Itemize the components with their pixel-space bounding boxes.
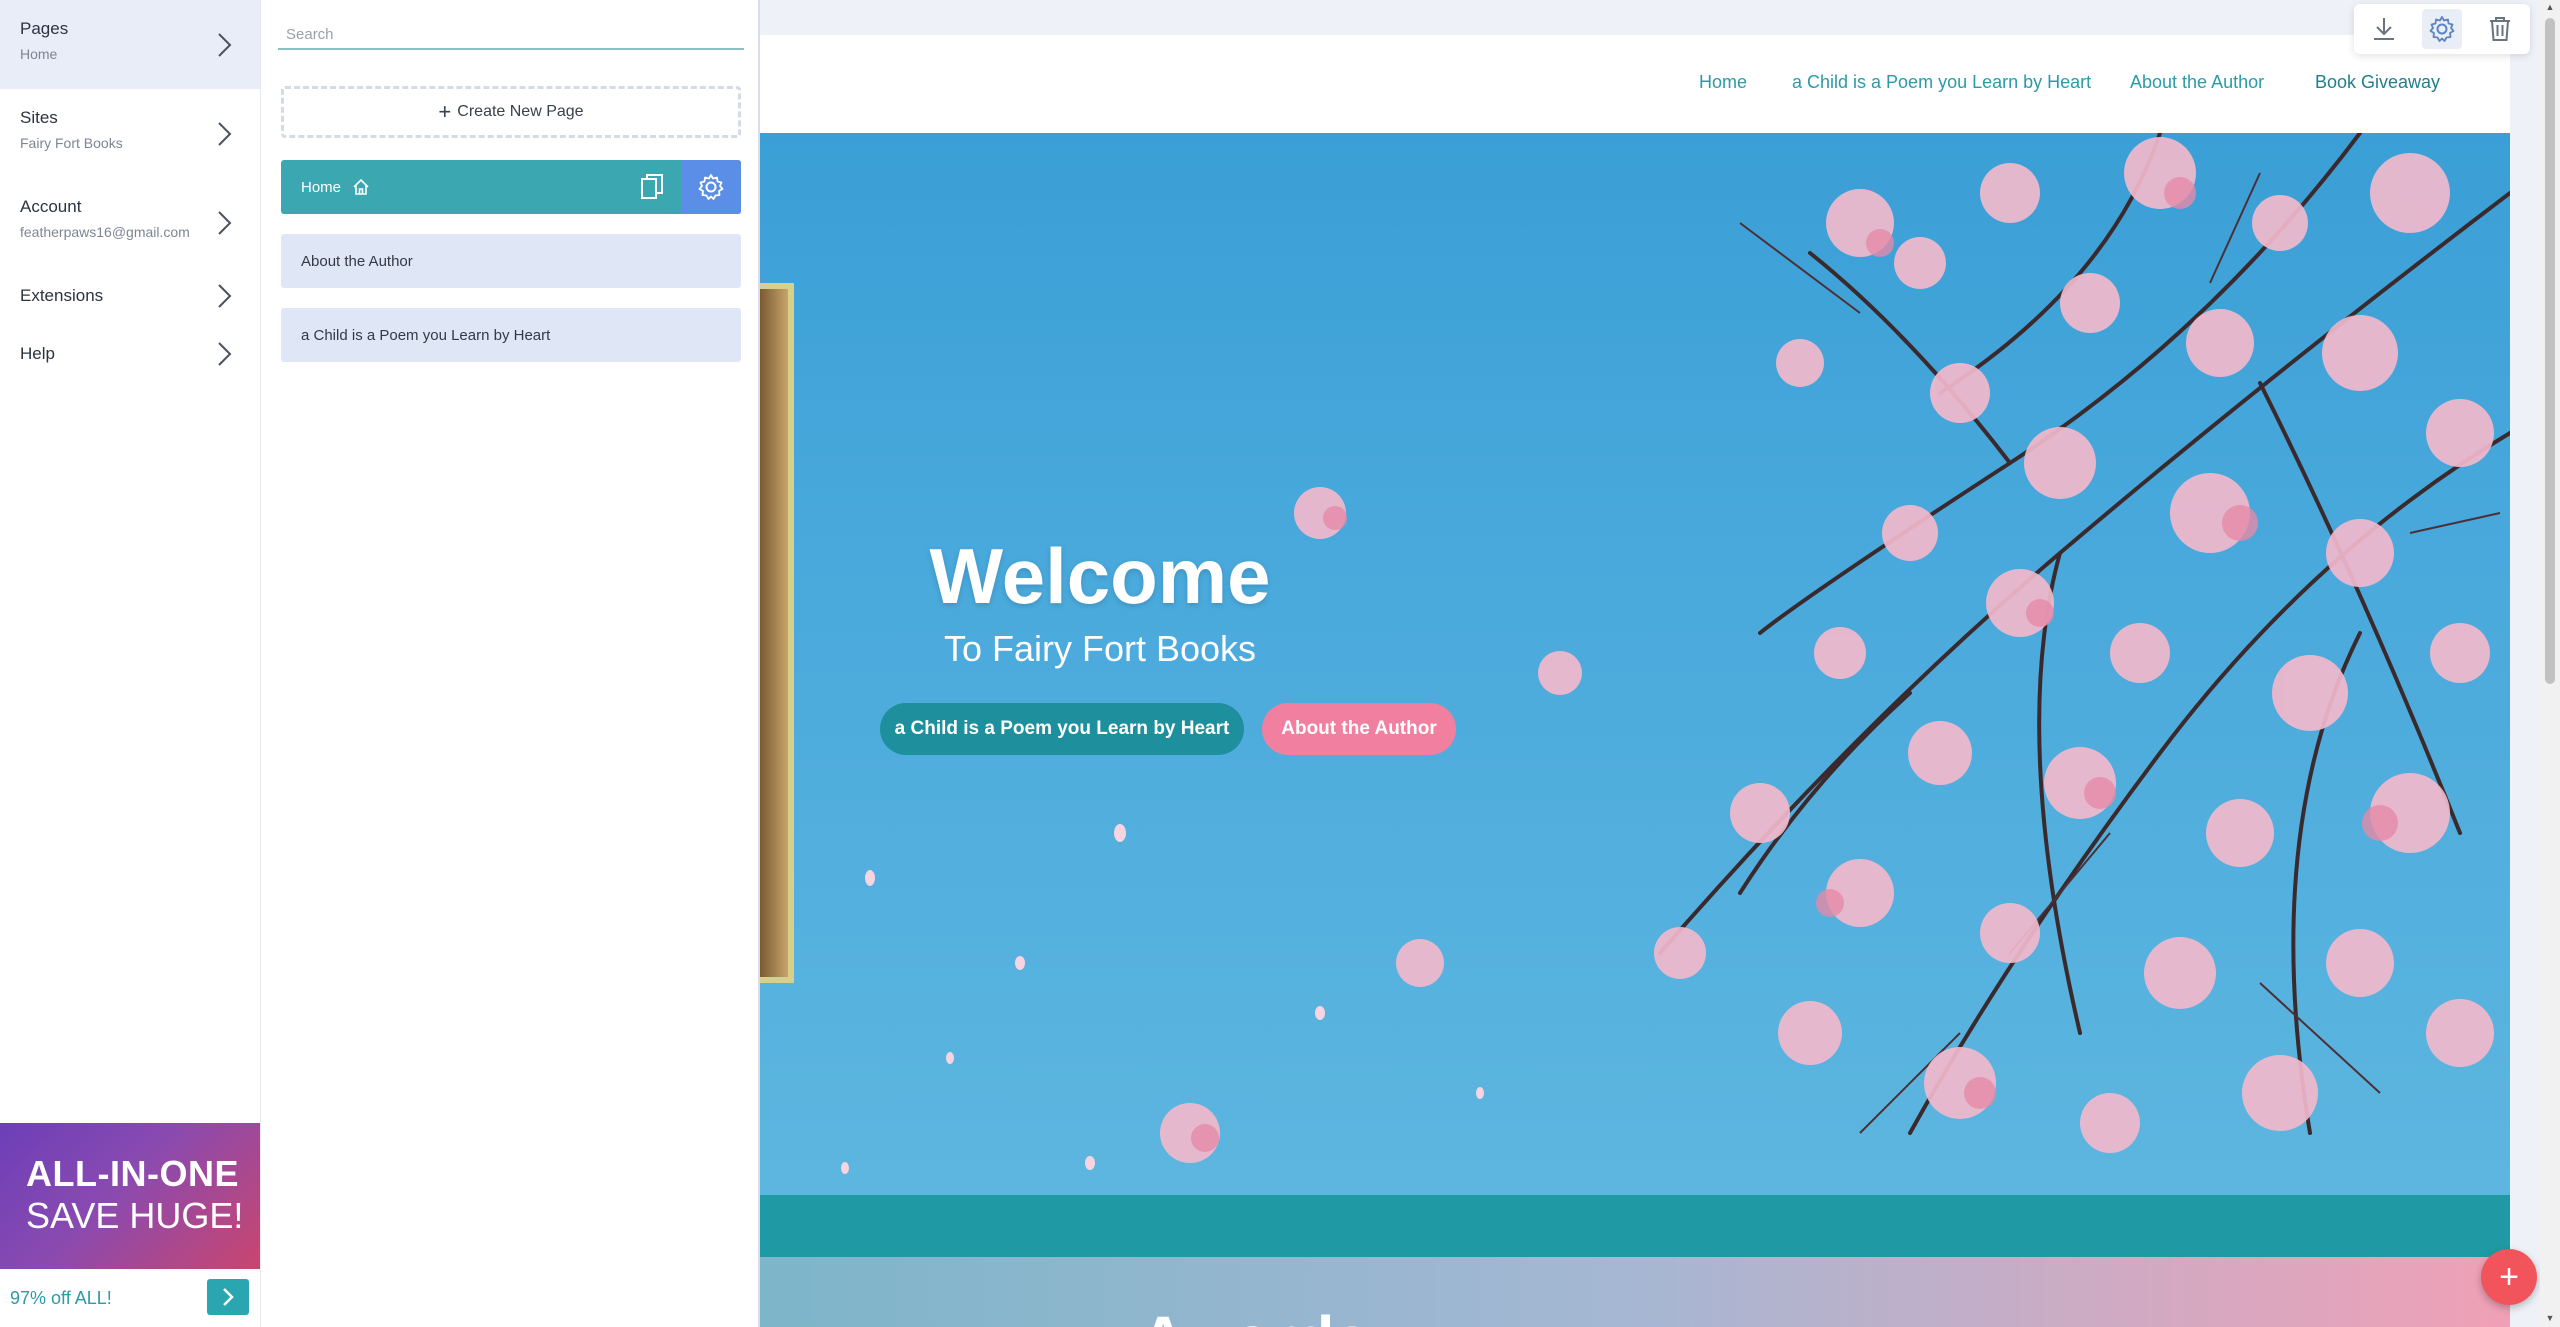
plus-icon: +	[2499, 1257, 2519, 1296]
sidebar-item-account[interactable]: Account featherpaws16@gmail.com	[0, 178, 260, 267]
main-sidebar: Pages Home Sites Fairy Fort Books Accoun…	[0, 0, 260, 1327]
chevron-right-icon	[218, 32, 232, 57]
chevron-right-icon	[218, 210, 232, 235]
page-row-child-poem[interactable]: a Child is a Poem you Learn by Heart	[281, 308, 741, 362]
trash-icon	[2490, 17, 2510, 41]
sidebar-item-pages[interactable]: Pages Home	[0, 0, 260, 89]
chevron-right-icon	[223, 1288, 234, 1306]
delete-button[interactable]	[2480, 9, 2520, 49]
chevron-right-icon	[218, 121, 232, 146]
promo-footer: 97% off ALL!	[0, 1269, 260, 1327]
promo-footer-text[interactable]: 97% off ALL!	[10, 1288, 112, 1309]
hero-section: Welcome To Fairy Fort Books a Child is a…	[760, 133, 2510, 1195]
copy-icon	[641, 174, 663, 199]
chevron-right-icon	[218, 284, 232, 308]
framed-picture	[760, 283, 794, 983]
home-icon	[353, 178, 369, 195]
awards-title: Awards	[1140, 1302, 1370, 1327]
hero-about-button[interactable]: About the Author	[1262, 703, 1456, 755]
page-settings-button[interactable]	[681, 160, 741, 214]
create-new-page-button[interactable]: + Create New Page	[281, 86, 741, 138]
promo-go-button[interactable]	[207, 1279, 249, 1315]
site-nav-about[interactable]: About the Author	[2130, 72, 2264, 93]
sidebar-item-sites[interactable]: Sites Fairy Fort Books	[0, 89, 260, 178]
create-new-page-label: Create New Page	[457, 103, 584, 120]
promo-banner[interactable]: ALL-IN-ONE SAVE HUGE!	[0, 1123, 260, 1269]
hero-title: Welcome	[929, 532, 1271, 620]
site-nav-home[interactable]: Home	[1699, 72, 1747, 93]
hero-subtitle: To Fairy Fort Books	[943, 628, 1257, 669]
page-scrollbar[interactable]: ▲ ▼	[2540, 0, 2560, 1327]
download-button[interactable]	[2364, 9, 2404, 49]
promo-headline: ALL-IN-ONE	[26, 1153, 239, 1194]
sidebar-item-extensions[interactable]: Extensions	[0, 267, 260, 325]
duplicate-page-button[interactable]	[627, 160, 679, 214]
hero-poem-button[interactable]: a Child is a Poem you Learn by Heart	[880, 703, 1244, 755]
add-section-button[interactable]: +	[2481, 1249, 2537, 1305]
page-row-label: a Child is a Poem you Learn by Heart	[301, 326, 551, 344]
site-nav-giveaway[interactable]: Book Giveaway	[2315, 72, 2440, 93]
teal-divider	[760, 1195, 2510, 1257]
site-nav-poem[interactable]: a Child is a Poem you Learn by Heart	[1792, 72, 2091, 93]
awards-section: Awards	[760, 1257, 2510, 1327]
promo-subheadline: SAVE HUGE!	[26, 1195, 244, 1236]
site-navbar: Home a Child is a Poem you Learn by Hear…	[760, 35, 2510, 133]
plus-icon: +	[438, 99, 452, 124]
download-icon	[2374, 18, 2394, 40]
chevron-right-icon	[218, 342, 232, 366]
scroll-up-icon[interactable]: ▲	[2545, 2, 2555, 12]
sidebar-item-help[interactable]: Help	[0, 325, 260, 383]
page-row-label: Home	[301, 178, 342, 196]
scrollbar-thumb[interactable]	[2545, 18, 2555, 684]
page-row-about-author[interactable]: About the Author	[281, 234, 741, 288]
gear-icon	[698, 174, 724, 200]
search-input[interactable]	[278, 20, 744, 50]
site-preview: Home a Child is a Poem you Learn by Hear…	[760, 35, 2510, 1327]
page-row-label: About the Author	[301, 252, 413, 270]
editor-toolbar	[2354, 4, 2530, 54]
scroll-down-icon[interactable]: ▼	[2545, 1313, 2555, 1323]
site-settings-button[interactable]	[2422, 9, 2462, 49]
pages-panel: + Create New Page Home About the Author …	[260, 0, 760, 1327]
page-row-home[interactable]: Home	[281, 160, 741, 214]
gear-icon	[2429, 16, 2455, 42]
